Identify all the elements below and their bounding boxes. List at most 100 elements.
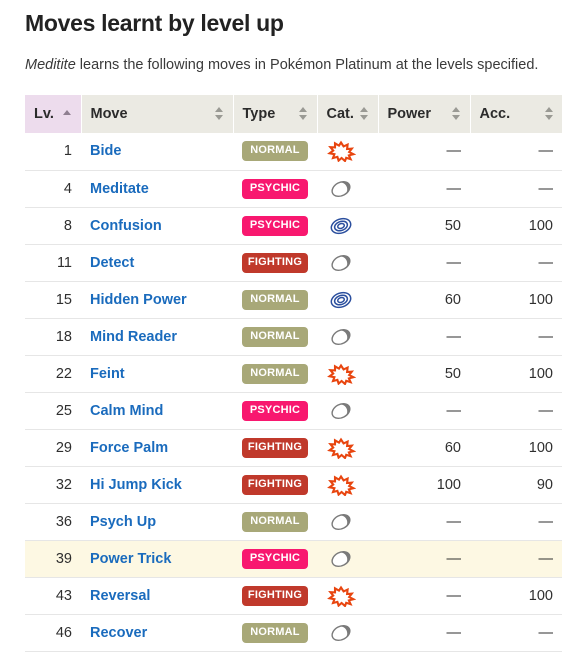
cell-level: 15: [25, 281, 81, 319]
move-link[interactable]: Feint: [90, 366, 125, 382]
cell-power: 100: [378, 466, 470, 504]
table-row[interactable]: 18 Mind Reader Normal — —: [25, 318, 562, 356]
cell-type: Normal: [233, 355, 317, 393]
cell-power: —: [378, 614, 470, 652]
cell-type: Psychic: [233, 540, 317, 578]
cell-category: [317, 392, 378, 430]
sort-both-icon: [360, 107, 369, 120]
cell-level: 8: [25, 207, 81, 245]
type-badge[interactable]: Psychic: [242, 215, 308, 236]
move-link[interactable]: Reversal: [90, 588, 150, 604]
cell-level: 46: [25, 614, 81, 652]
column-header-label: Power: [387, 105, 432, 122]
move-link[interactable]: Bide: [90, 143, 121, 159]
table-row[interactable]: 32 Hi Jump Kick Fighting 100 90: [25, 466, 562, 504]
type-badge[interactable]: Normal: [242, 511, 308, 532]
column-header-lv[interactable]: Lv.: [25, 95, 82, 133]
move-link[interactable]: Detect: [90, 255, 134, 271]
sort-both-icon: [544, 107, 553, 120]
table-row[interactable]: 15 Hidden Power Normal 60 100: [25, 281, 562, 319]
category-physical-icon: [327, 140, 356, 163]
type-badge[interactable]: Normal: [242, 622, 308, 643]
move-link[interactable]: Recover: [90, 625, 147, 641]
table-row[interactable]: 36 Psych Up Normal — —: [25, 503, 562, 541]
sort-ascending-icon: [63, 109, 72, 118]
type-badge[interactable]: Normal: [242, 141, 308, 162]
move-link[interactable]: Meditate: [90, 181, 149, 197]
type-badge[interactable]: Psychic: [242, 400, 308, 421]
cell-accuracy: —: [470, 540, 562, 578]
table-row[interactable]: 11 Detect Fighting — —: [25, 244, 562, 282]
category-status-icon: [331, 550, 351, 567]
cell-category: [317, 614, 378, 652]
table-row[interactable]: 46 Recover Normal — —: [25, 614, 562, 652]
column-header-label: Acc.: [479, 105, 511, 122]
move-link[interactable]: Calm Mind: [90, 403, 163, 419]
cell-power: —: [378, 503, 470, 541]
intro-text: Meditite learns the following moves in P…: [25, 37, 562, 74]
table-row[interactable]: 1 Bide Normal — —: [25, 133, 562, 171]
cell-power: —: [378, 577, 470, 615]
move-link[interactable]: Power Trick: [90, 551, 171, 567]
table-row[interactable]: 8 Confusion Psychic 50 100: [25, 207, 562, 245]
cell-move: Calm Mind: [81, 392, 233, 430]
type-badge[interactable]: Normal: [242, 363, 308, 384]
type-badge[interactable]: Normal: [242, 326, 308, 347]
column-header-power[interactable]: Power: [378, 95, 471, 133]
type-badge[interactable]: Normal: [242, 289, 308, 310]
moves-table-wrapper: Lv. Move Type Cat. Power Acc. 1 Bide Normal — —4 M…: [25, 95, 562, 652]
move-link[interactable]: Psych Up: [90, 514, 156, 530]
column-header-type[interactable]: Type: [233, 95, 318, 133]
type-badge[interactable]: Fighting: [242, 437, 308, 458]
column-header-cat[interactable]: Cat.: [317, 95, 379, 133]
cell-accuracy: 100: [470, 207, 562, 245]
move-link[interactable]: Hi Jump Kick: [90, 477, 182, 493]
category-special-icon: [330, 291, 352, 308]
cell-move: Feint: [81, 355, 233, 393]
table-row[interactable]: 29 Force Palm Fighting 60 100: [25, 429, 562, 467]
cell-move: Mind Reader: [81, 318, 233, 356]
move-link[interactable]: Force Palm: [90, 440, 168, 456]
sort-both-icon: [299, 107, 308, 120]
cell-accuracy: —: [470, 244, 562, 282]
type-badge[interactable]: Psychic: [242, 548, 308, 569]
cell-accuracy: 100: [470, 281, 562, 319]
cell-power: 60: [378, 429, 470, 467]
category-physical-icon: [327, 585, 356, 607]
page-root: Moves learnt by level up Meditite learns…: [0, 0, 587, 657]
cell-type: Normal: [233, 281, 317, 319]
sort-both-icon: [215, 107, 224, 120]
cell-move: Power Trick: [81, 540, 233, 578]
type-badge[interactable]: Fighting: [242, 474, 308, 495]
cell-move: Hidden Power: [81, 281, 233, 319]
type-badge[interactable]: Psychic: [242, 178, 308, 199]
move-link[interactable]: Hidden Power: [90, 292, 187, 308]
category-physical-icon: [327, 474, 356, 496]
table-body: 1 Bide Normal — —4 Meditate Psychic — —8 Confusio…: [25, 133, 562, 652]
table-row[interactable]: 43 Reversal Fighting —100: [25, 577, 562, 615]
table-row[interactable]: 39 Power Trick Psychic — —: [25, 540, 562, 578]
cell-type: Normal: [233, 503, 317, 541]
table-row[interactable]: 25 Calm Mind Psychic — —: [25, 392, 562, 430]
category-status-icon: [331, 402, 351, 419]
table-row[interactable]: 4 Meditate Psychic — —: [25, 170, 562, 208]
type-badge[interactable]: Fighting: [242, 252, 308, 273]
column-header-acc[interactable]: Acc.: [470, 95, 562, 133]
cell-category: [317, 429, 378, 467]
column-header-move[interactable]: Move: [81, 95, 234, 133]
category-physical-icon: [327, 363, 356, 385]
cell-category: [317, 170, 378, 208]
category-special-icon: [330, 217, 352, 234]
cell-level: 36: [25, 503, 81, 541]
cell-accuracy: —: [470, 614, 562, 652]
cell-level: 22: [25, 355, 81, 393]
cell-level: 4: [25, 170, 81, 208]
cell-category: [317, 133, 378, 171]
table-row[interactable]: 22 Feint Normal 50 100: [25, 355, 562, 393]
type-badge[interactable]: Fighting: [242, 585, 308, 606]
cell-move: Detect: [81, 244, 233, 282]
move-link[interactable]: Mind Reader: [90, 329, 177, 345]
cell-accuracy: 100: [470, 355, 562, 393]
cell-power: 50: [378, 355, 470, 393]
move-link[interactable]: Confusion: [90, 218, 162, 234]
